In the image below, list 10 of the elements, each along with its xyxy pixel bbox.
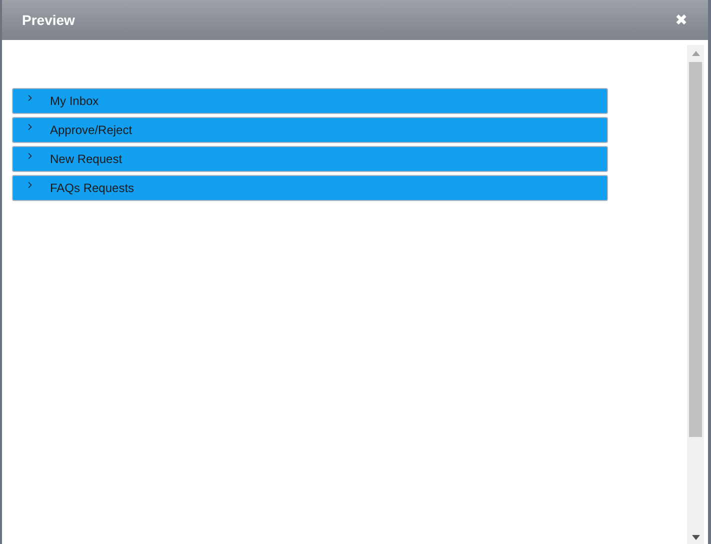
scroll-down-icon[interactable] bbox=[692, 535, 700, 540]
close-button[interactable]: ✖ bbox=[675, 12, 688, 28]
accordion-header[interactable]: My Inbox bbox=[12, 88, 608, 114]
scroll-up-icon[interactable] bbox=[692, 51, 700, 56]
accordion-header[interactable]: Approve/Reject bbox=[12, 117, 608, 143]
accordion-header[interactable]: New Request bbox=[12, 146, 608, 172]
dialog-title: Preview bbox=[22, 10, 75, 30]
scrollbar-thumb[interactable] bbox=[689, 62, 702, 437]
scrollbar[interactable] bbox=[687, 45, 704, 544]
accordion-header[interactable]: FAQs Requests bbox=[12, 175, 608, 201]
